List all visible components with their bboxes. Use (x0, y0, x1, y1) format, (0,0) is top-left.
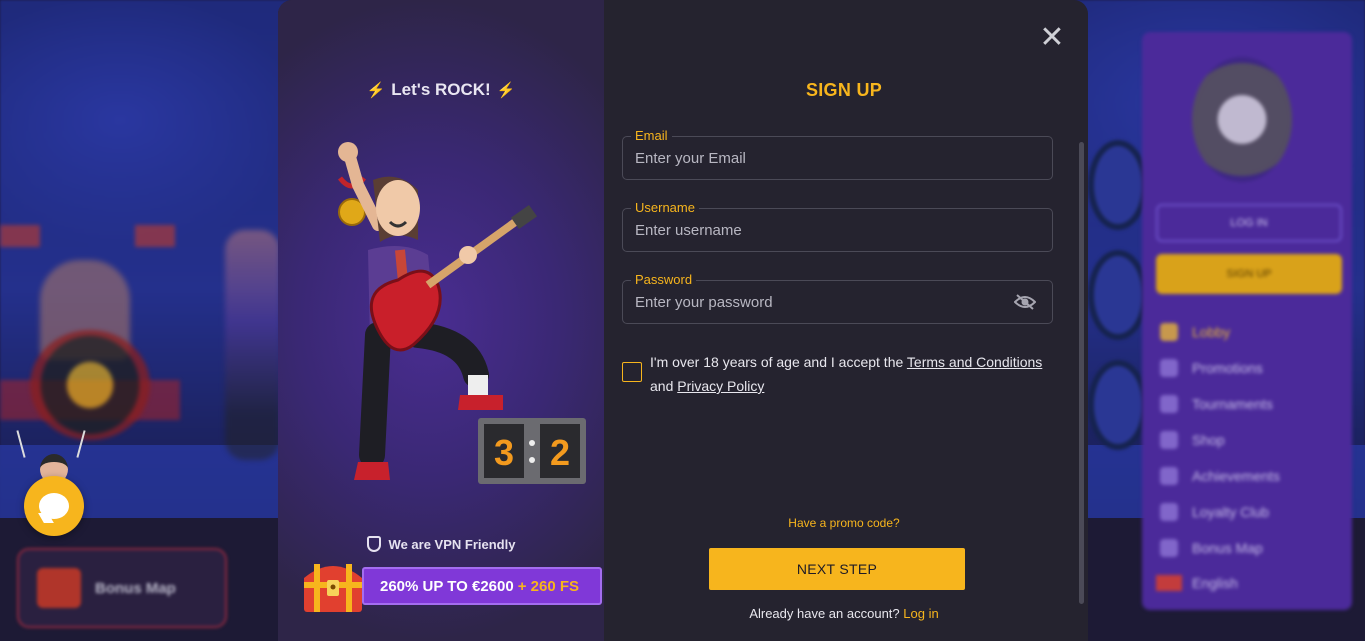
terms-checkbox[interactable] (622, 362, 642, 382)
eye-off-icon[interactable] (1014, 293, 1036, 311)
drumstick (16, 430, 26, 458)
diamond-icon (1160, 467, 1178, 485)
sidebar-item-achievements: Achievements (1160, 458, 1280, 494)
promo-title: ⚡ Let's ROCK! ⚡ (366, 80, 516, 99)
chat-button[interactable] (24, 476, 84, 536)
background-sidebar-menu: Lobby Promotions Tournaments Shop Achiev… (1160, 314, 1280, 566)
password-input[interactable] (635, 281, 995, 323)
form-title: SIGN UP (805, 80, 883, 100)
rocker-illustration: 3 2 (338, 142, 586, 484)
treasure-chest-icon (37, 568, 81, 608)
lightning-icon: ⚡ (496, 82, 516, 99)
vpn-shield-icon (366, 536, 381, 552)
drumstick (76, 430, 86, 458)
loyalty-icon (1160, 503, 1178, 521)
vpn-friendly: We are VPN Friendly (278, 536, 604, 552)
lightning-icon: ⚡ (366, 82, 386, 99)
score-right: 2 (550, 432, 570, 473)
close-icon[interactable]: ✕ (1038, 23, 1066, 53)
sidebar-item-loyalty-club: Loyalty Club (1160, 494, 1280, 530)
flag-icon (1156, 575, 1182, 591)
lobby-icon (1160, 323, 1178, 341)
sidebar-item-shop: Shop (1160, 422, 1280, 458)
background-sidebar: LOG IN SIGN UP Lobby Promotions Tourname… (1142, 32, 1352, 610)
background-bonus-map-label: Bonus Map (95, 579, 176, 597)
background-drum (30, 330, 150, 440)
sidebar-item-tournaments: Tournaments (1160, 386, 1280, 422)
terms-row: I'm over 18 years of age and I accept th… (622, 350, 1062, 398)
scrollbar[interactable] (1079, 142, 1084, 604)
background-speakers (1088, 140, 1148, 480)
trophy-icon (1160, 395, 1178, 413)
email-field: Email (622, 128, 1053, 180)
signup-modal: ⚡ Let's ROCK! ⚡ 3 2 We are VPN Friendly … (278, 0, 1088, 641)
terms-link[interactable]: Terms and Conditions (907, 354, 1042, 370)
background-flag (135, 225, 175, 247)
sidebar-item-promotions: Promotions (1160, 350, 1280, 386)
map-icon (1160, 539, 1178, 557)
background-login-button: LOG IN (1156, 204, 1342, 242)
chat-icon (39, 493, 69, 519)
password-field: Password (622, 272, 1053, 324)
email-input[interactable] (635, 137, 995, 179)
username-field: Username (622, 200, 1053, 252)
background-guitarist (225, 230, 280, 460)
sidebar-item-lobby: Lobby (1160, 314, 1280, 350)
background-bonus-map-button: Bonus Map (17, 548, 227, 628)
background-flag (0, 225, 40, 247)
next-step-button[interactable]: NEXT STEP (709, 548, 965, 590)
login-link[interactable]: Log in (903, 606, 938, 621)
promo-code-link[interactable]: Have a promo code? (604, 516, 1084, 530)
sidebar-item-bonus-map: Bonus Map (1160, 530, 1280, 566)
language-selector: English (1156, 575, 1238, 591)
avatar (1192, 57, 1292, 182)
username-input[interactable] (635, 209, 995, 251)
promo-pane: ⚡ Let's ROCK! ⚡ 3 2 We are VPN Friendly … (278, 0, 604, 641)
welcome-bonus-banner: 260% UP TO €2600 + 260 FS (362, 567, 602, 605)
treasure-chest-icon (304, 564, 362, 612)
terms-text: I'm over 18 years of age and I accept th… (650, 354, 1043, 394)
privacy-link[interactable]: Privacy Policy (677, 378, 764, 394)
shop-icon (1160, 431, 1178, 449)
background-signup-button: SIGN UP (1156, 254, 1342, 294)
score-left: 3 (494, 432, 514, 473)
have-account: Already have an account? Log in (749, 606, 939, 621)
promotions-icon (1160, 359, 1178, 377)
